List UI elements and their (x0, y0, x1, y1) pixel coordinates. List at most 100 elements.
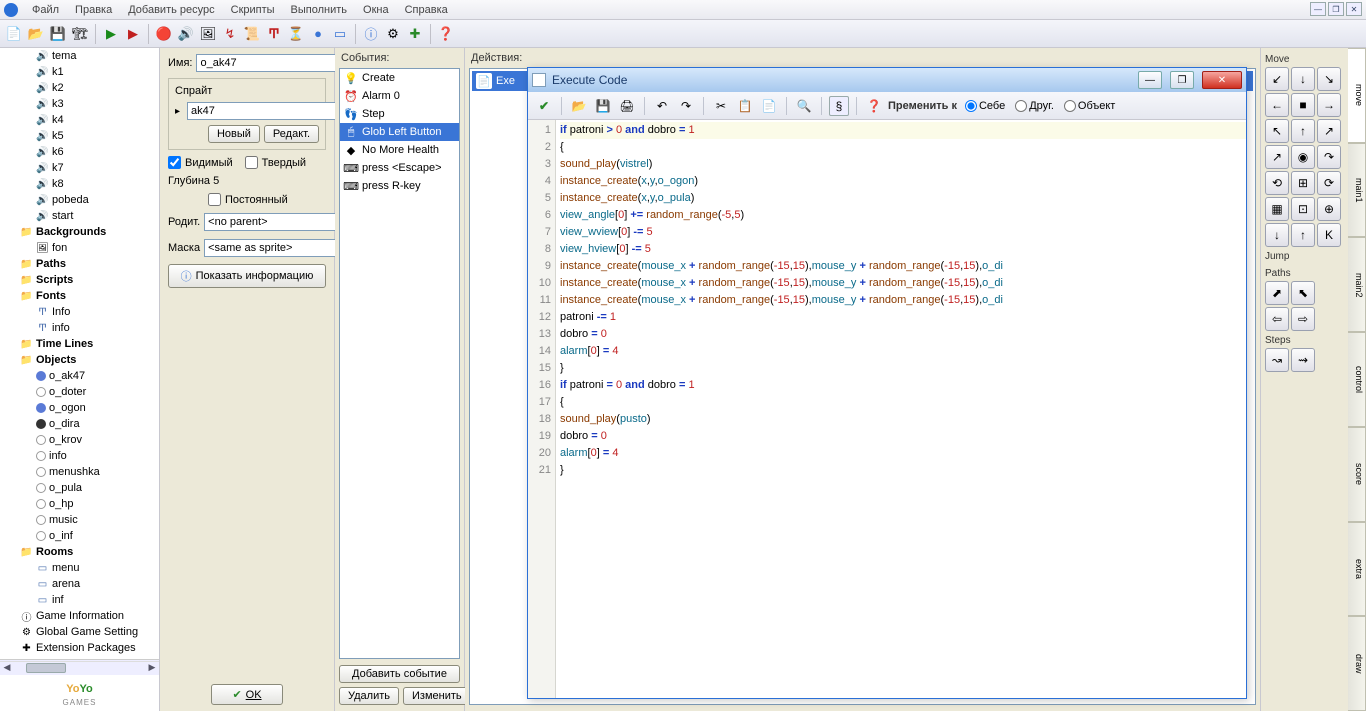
tree-item[interactable]: 🔊k4 (0, 112, 159, 128)
code-close-icon[interactable]: ✕ (1202, 71, 1242, 89)
save-icon[interactable]: 💾 (48, 24, 68, 44)
palette-action-icon[interactable]: ■ (1291, 93, 1315, 117)
tree-item[interactable]: info (0, 448, 159, 464)
tree-item[interactable]: 🔊k8 (0, 176, 159, 192)
tree-item[interactable]: 🔊start (0, 208, 159, 224)
event-item[interactable]: ◆No More Health (340, 141, 459, 159)
tree-item[interactable]: o_doter (0, 384, 159, 400)
tree-item[interactable]: 📁Fonts (0, 288, 159, 304)
palette-action-icon[interactable]: ↑ (1291, 119, 1315, 143)
event-item[interactable]: ⌨press R-key (340, 177, 459, 195)
event-item[interactable]: 👣Step (340, 105, 459, 123)
palette-action-icon[interactable]: ⇝ (1291, 348, 1315, 372)
tree-item[interactable]: music (0, 512, 159, 528)
menu-добавить ресурс[interactable]: Добавить ресурс (120, 2, 222, 18)
palette-action-icon[interactable]: ⬈ (1265, 281, 1289, 305)
menu-файл[interactable]: Файл (24, 2, 67, 18)
tree-item[interactable]: o_krov (0, 432, 159, 448)
new-sprite-button[interactable]: Новый (208, 125, 260, 143)
tree-item[interactable]: 📁Rooms (0, 544, 159, 560)
event-item[interactable]: ⌨press <Escape> (340, 159, 459, 177)
visible-checkbox[interactable] (168, 156, 181, 169)
ext-icon[interactable]: ✚ (405, 24, 425, 44)
info-icon[interactable]: ⓘ (361, 24, 381, 44)
palette-action-icon[interactable]: ↷ (1317, 145, 1341, 169)
ok-button[interactable]: ✔ OK (211, 684, 283, 705)
resource-tree[interactable]: 🔊tema🔊k1🔊k2🔊k3🔊k4🔊k5🔊k6🔊k7🔊k8🔊pobeda🔊sta… (0, 48, 160, 711)
event-item[interactable]: ⏰Alarm 0 (340, 87, 459, 105)
persistent-checkbox[interactable] (208, 193, 221, 206)
close-icon[interactable]: ✕ (1346, 2, 1362, 16)
tree-item[interactable]: ▭arena (0, 576, 159, 592)
tree-item[interactable]: 🔊tema (0, 48, 159, 64)
palette-action-icon[interactable]: ↝ (1265, 348, 1289, 372)
minimize-icon[interactable]: — (1310, 2, 1326, 16)
palette-action-icon[interactable]: ◉ (1291, 145, 1315, 169)
palette-action-icon[interactable]: ← (1265, 93, 1289, 117)
tree-item[interactable]: 🔊pobeda (0, 192, 159, 208)
room-icon[interactable]: ▭ (330, 24, 350, 44)
menu-выполнить[interactable]: Выполнить (283, 2, 355, 18)
sprite-icon[interactable]: 🔴 (154, 24, 174, 44)
tree-item[interactable]: 📁Objects (0, 352, 159, 368)
tree-item[interactable]: ⚙Global Game Setting (0, 624, 159, 640)
palette-action-icon[interactable]: → (1317, 93, 1341, 117)
script-add-icon[interactable]: 📜 (242, 24, 262, 44)
tree-item[interactable]: 📁Scripts (0, 272, 159, 288)
code-print-icon[interactable]: 🖨 (617, 96, 637, 116)
tree-item[interactable]: Ͳinfo (0, 320, 159, 336)
code-goto-icon[interactable]: § (829, 96, 849, 116)
code-paste-icon[interactable]: 📄 (759, 96, 779, 116)
apply-object-radio[interactable] (1064, 100, 1076, 112)
code-undo-icon[interactable]: ↶ (652, 96, 672, 116)
palette-action-icon[interactable]: ⬉ (1291, 281, 1315, 305)
palette-tab-draw[interactable]: draw (1348, 616, 1366, 711)
palette-action-icon[interactable]: ⊕ (1317, 197, 1341, 221)
palette-action-icon[interactable]: ⟲ (1265, 171, 1289, 195)
menu-скрипты[interactable]: Скрипты (223, 2, 283, 18)
add-event-button[interactable]: Добавить событие (339, 665, 460, 683)
open-icon[interactable]: 📂 (26, 24, 46, 44)
palette-action-icon[interactable]: ↖ (1265, 119, 1289, 143)
palette-action-icon[interactable]: ⇦ (1265, 307, 1289, 331)
delete-event-button[interactable]: Удалить (339, 687, 399, 705)
palette-action-icon[interactable]: ↓ (1265, 223, 1289, 247)
new-file-icon[interactable]: 📄 (4, 24, 24, 44)
palette-tab-extra[interactable]: extra (1348, 522, 1366, 617)
palette-tab-main1[interactable]: main1 (1348, 143, 1366, 238)
menu-правка[interactable]: Правка (67, 2, 120, 18)
tree-item[interactable]: o_ak47 (0, 368, 159, 384)
tree-item[interactable]: ▭inf (0, 592, 159, 608)
tree-item[interactable]: o_pula (0, 480, 159, 496)
code-open-icon[interactable]: 📂 (569, 96, 589, 116)
code-save-icon[interactable]: 💾 (593, 96, 613, 116)
code-ok-icon[interactable]: ✔ (534, 96, 554, 116)
palette-action-icon[interactable]: ↓ (1291, 67, 1315, 91)
tree-item[interactable]: 📁Backgrounds (0, 224, 159, 240)
code-titlebar[interactable]: Execute Code — ❐ ✕ (528, 68, 1246, 92)
events-list[interactable]: 💡Create⏰Alarm 0👣Step🖱Glob Left Button◆No… (339, 68, 460, 659)
timeline-icon[interactable]: ⏳ (286, 24, 306, 44)
palette-action-icon[interactable]: ⇨ (1291, 307, 1315, 331)
palette-action-icon[interactable]: ⊞ (1291, 171, 1315, 195)
palette-tab-move[interactable]: move (1348, 48, 1366, 143)
sound-add-icon[interactable]: 🔊 (176, 24, 196, 44)
help-icon[interactable]: ❓ (436, 24, 456, 44)
palette-action-icon[interactable]: ↗ (1317, 119, 1341, 143)
code-find-icon[interactable]: 🔍 (794, 96, 814, 116)
tree-item[interactable]: ͲInfo (0, 304, 159, 320)
code-maximize-icon[interactable]: ❐ (1170, 71, 1194, 89)
tree-item[interactable]: menushka (0, 464, 159, 480)
code-redo-icon[interactable]: ↷ (676, 96, 696, 116)
tree-item[interactable]: o_dira (0, 416, 159, 432)
palette-action-icon[interactable]: K (1317, 223, 1341, 247)
palette-action-icon[interactable]: ↑ (1291, 223, 1315, 247)
tree-item[interactable]: 📁Time Lines (0, 336, 159, 352)
tree-item[interactable]: 🖼fon (0, 240, 159, 256)
name-input[interactable] (196, 54, 346, 72)
apply-other-radio[interactable] (1015, 100, 1027, 112)
menu-окна[interactable]: Окна (355, 2, 397, 18)
tree-item[interactable]: o_inf (0, 528, 159, 544)
code-cut-icon[interactable]: ✂ (711, 96, 731, 116)
edit-sprite-button[interactable]: Редакт. (264, 125, 319, 143)
